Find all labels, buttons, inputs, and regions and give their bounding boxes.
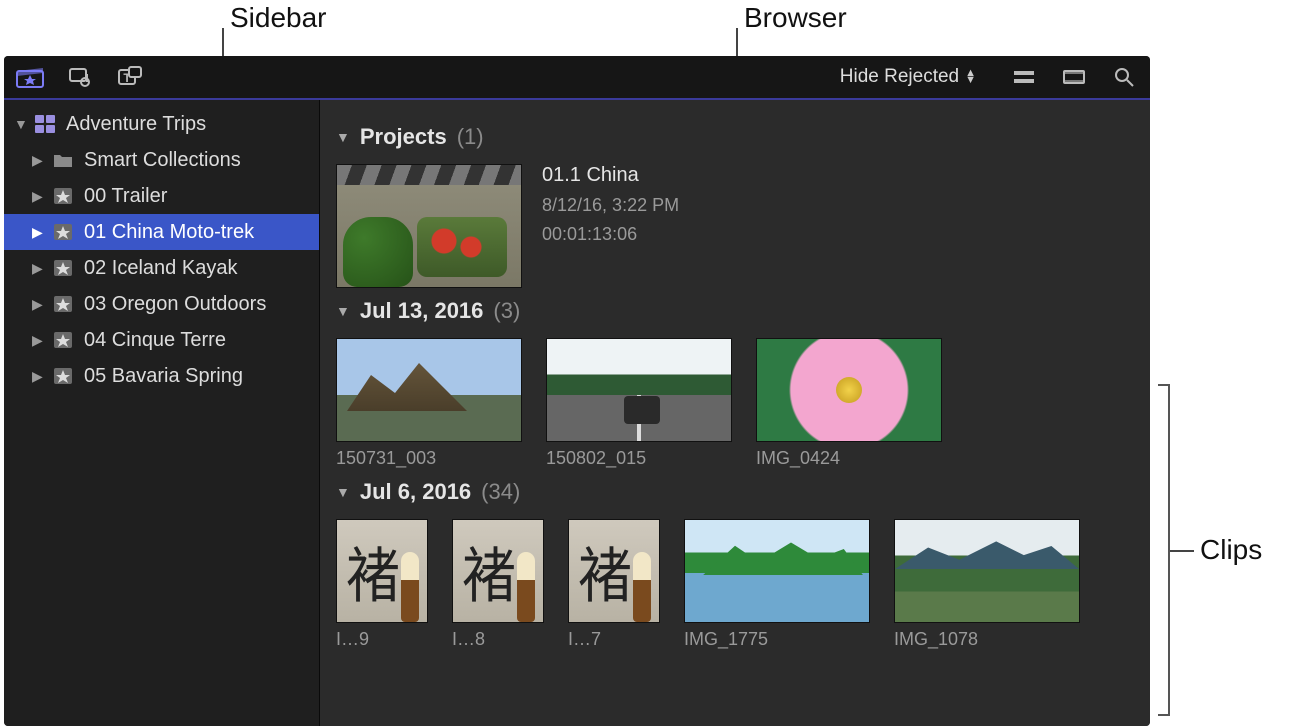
sidebar-item-label: Smart Collections bbox=[84, 149, 241, 172]
clips-bracket bbox=[1158, 384, 1170, 716]
disclosure-right-icon: ▶ bbox=[32, 332, 46, 349]
clip-label: I…8 bbox=[452, 629, 544, 650]
callout-browser: Browser bbox=[744, 2, 847, 34]
library-icon bbox=[34, 114, 56, 134]
star-event-icon bbox=[52, 330, 74, 350]
clip-grid: 150731_003 150802_015 IMG_0424 bbox=[336, 338, 1134, 469]
section-count: (34) bbox=[481, 479, 520, 505]
list-view-icon[interactable] bbox=[1010, 65, 1038, 89]
clapper-stripe bbox=[337, 165, 521, 185]
section-title: Projects bbox=[360, 124, 447, 150]
disclosure-right-icon: ▶ bbox=[32, 152, 46, 169]
disclosure-down-icon: ▼ bbox=[336, 484, 350, 500]
section-header-projects[interactable]: ▼ Projects (1) bbox=[336, 124, 1134, 150]
clip-item[interactable]: I…8 bbox=[452, 519, 544, 650]
disclosure-right-icon: ▶ bbox=[32, 296, 46, 313]
disclosure-right-icon: ▶ bbox=[32, 260, 46, 277]
library-label: Adventure Trips bbox=[66, 113, 206, 136]
clip-label: 150802_015 bbox=[546, 448, 732, 469]
section-count: (1) bbox=[457, 124, 484, 150]
project-meta: 01.1 China 8/12/16, 3:22 PM 00:01:13:06 bbox=[542, 164, 679, 245]
clip-thumbnail[interactable] bbox=[336, 519, 428, 623]
project-name: 01.1 China bbox=[542, 164, 679, 187]
star-event-icon bbox=[52, 186, 74, 206]
sidebar: ▼ Adventure Trips ▶ Smart Collections ▶ 00 … bbox=[4, 100, 320, 726]
disclosure-right-icon: ▶ bbox=[32, 188, 46, 205]
clip-label: IMG_0424 bbox=[756, 448, 942, 469]
updown-icon: ▲▼ bbox=[965, 70, 976, 84]
callout-clips: Clips bbox=[1200, 534, 1262, 566]
sidebar-item-label: 03 Oregon Outdoors bbox=[84, 293, 266, 316]
clip-thumbnail[interactable] bbox=[894, 519, 1080, 623]
callout-line-clips bbox=[1170, 550, 1194, 552]
sidebar-item-label: 05 Bavaria Spring bbox=[84, 365, 243, 388]
project-duration: 00:01:13:06 bbox=[542, 224, 679, 245]
search-icon[interactable] bbox=[1110, 65, 1138, 89]
clip-thumbnail[interactable] bbox=[452, 519, 544, 623]
sidebar-item-folder[interactable]: ▶ Smart Collections bbox=[4, 142, 319, 178]
star-event-icon bbox=[52, 258, 74, 278]
clip-label: 150731_003 bbox=[336, 448, 522, 469]
clip-thumbnail[interactable] bbox=[756, 338, 942, 442]
sidebar-item-label: 00 Trailer bbox=[84, 185, 167, 208]
section-title: Jul 13, 2016 bbox=[360, 298, 484, 324]
sidebar-item-label: 01 China Moto-trek bbox=[84, 221, 254, 244]
sidebar-item-event[interactable]: ▶ 01 China Moto-trek bbox=[4, 214, 319, 250]
star-event-icon bbox=[52, 366, 74, 386]
section-header-date[interactable]: ▼ Jul 6, 2016 (34) bbox=[336, 479, 1134, 505]
project-thumbnail[interactable] bbox=[336, 164, 522, 288]
clip-grid: I…9 I…8 I…7 IMG_1775 IMG_1078 bbox=[336, 519, 1134, 650]
photos-audio-icon[interactable] bbox=[66, 65, 94, 89]
star-event-icon bbox=[52, 222, 74, 242]
disclosure-down-icon: ▼ bbox=[14, 116, 28, 132]
sidebar-item-event[interactable]: ▶ 03 Oregon Outdoors bbox=[4, 286, 319, 322]
clip-thumbnail[interactable] bbox=[684, 519, 870, 623]
sidebar-item-event[interactable]: ▶ 04 Cinque Terre bbox=[4, 322, 319, 358]
clip-item[interactable]: IMG_1775 bbox=[684, 519, 870, 650]
browser: ▼ Projects (1) 01.1 China 8/12/16, 3:22 … bbox=[320, 100, 1150, 726]
disclosure-right-icon: ▶ bbox=[32, 224, 46, 241]
clip-thumbnail[interactable] bbox=[336, 338, 522, 442]
app-window: T Hide Rejected ▲▼ ▼ Adventure Trips bbox=[4, 56, 1150, 726]
section-header-date[interactable]: ▼ Jul 13, 2016 (3) bbox=[336, 298, 1134, 324]
filmstrip-view-icon[interactable] bbox=[1060, 65, 1088, 89]
clip-label: IMG_1775 bbox=[684, 629, 870, 650]
clip-label: I…7 bbox=[568, 629, 660, 650]
section-title: Jul 6, 2016 bbox=[360, 479, 471, 505]
clip-label: IMG_1078 bbox=[894, 629, 1080, 650]
disclosure-down-icon: ▼ bbox=[336, 303, 350, 319]
star-event-icon bbox=[52, 294, 74, 314]
project-item[interactable]: 01.1 China 8/12/16, 3:22 PM 00:01:13:06 bbox=[336, 164, 1134, 288]
clip-thumbnail[interactable] bbox=[568, 519, 660, 623]
clip-item[interactable]: 150731_003 bbox=[336, 338, 522, 469]
library-row[interactable]: ▼ Adventure Trips bbox=[4, 106, 319, 142]
project-date: 8/12/16, 3:22 PM bbox=[542, 195, 679, 216]
clip-thumbnail[interactable] bbox=[546, 338, 732, 442]
clip-item[interactable]: IMG_0424 bbox=[756, 338, 942, 469]
clip-item[interactable]: I…9 bbox=[336, 519, 428, 650]
clip-filter-label: Hide Rejected bbox=[840, 66, 959, 88]
disclosure-right-icon: ▶ bbox=[32, 368, 46, 385]
sidebar-item-event[interactable]: ▶ 05 Bavaria Spring bbox=[4, 358, 319, 394]
clip-item[interactable]: 150802_015 bbox=[546, 338, 732, 469]
clip-item[interactable]: IMG_1078 bbox=[894, 519, 1080, 650]
callout-sidebar: Sidebar bbox=[230, 2, 327, 34]
sidebar-item-event[interactable]: ▶ 00 Trailer bbox=[4, 178, 319, 214]
section-count: (3) bbox=[493, 298, 520, 324]
clip-item[interactable]: I…7 bbox=[568, 519, 660, 650]
thumb-scene bbox=[337, 185, 521, 287]
titles-generators-icon[interactable]: T bbox=[116, 65, 144, 89]
sidebar-item-label: 04 Cinque Terre bbox=[84, 329, 226, 352]
folder-icon bbox=[52, 150, 74, 170]
sidebar-item-label: 02 Iceland Kayak bbox=[84, 257, 237, 280]
toolbar: T Hide Rejected ▲▼ bbox=[4, 56, 1150, 100]
sidebar-item-event[interactable]: ▶ 02 Iceland Kayak bbox=[4, 250, 319, 286]
clip-filter-dropdown[interactable]: Hide Rejected ▲▼ bbox=[840, 66, 976, 88]
disclosure-down-icon: ▼ bbox=[336, 129, 350, 145]
clapboard-star-icon[interactable] bbox=[16, 65, 44, 89]
clip-label: I…9 bbox=[336, 629, 428, 650]
